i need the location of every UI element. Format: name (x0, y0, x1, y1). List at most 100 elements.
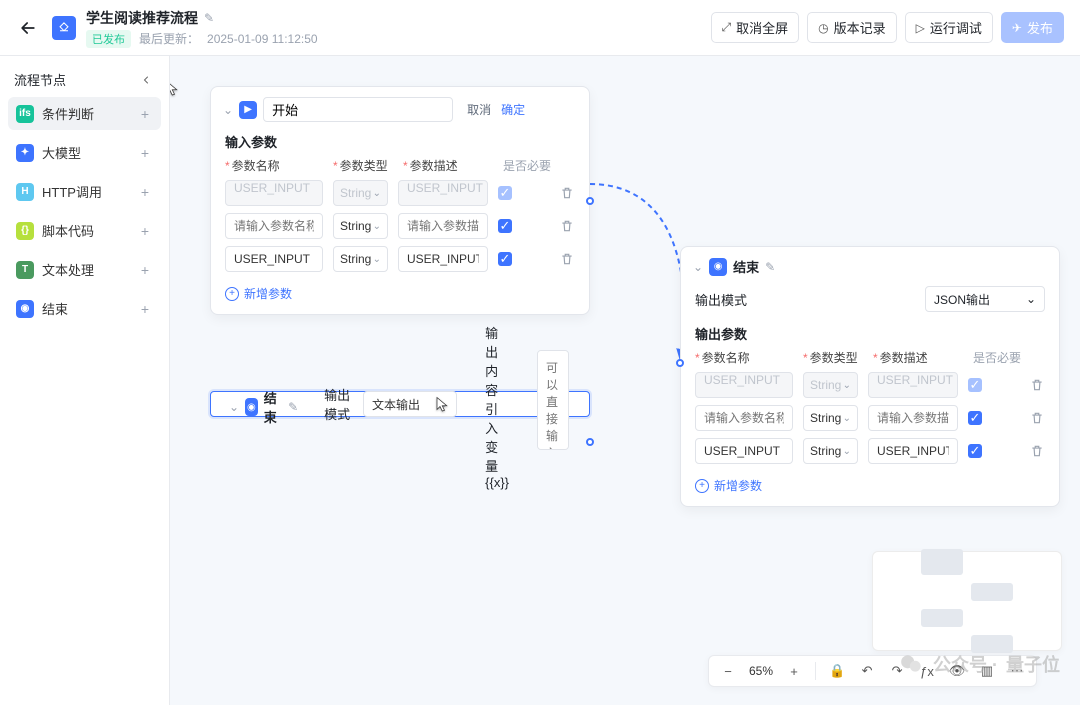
add-param-button[interactable]: + 新增参数 (211, 281, 589, 314)
redo-button[interactable]: ↷ (888, 662, 906, 680)
edit-title-icon[interactable]: ✎ (204, 11, 214, 25)
delete-row-button[interactable] (559, 185, 575, 201)
sidebar-item[interactable]: ◉结束+ (8, 292, 161, 325)
delete-row-button[interactable] (559, 251, 575, 267)
end-node-text-card[interactable]: ⌄ ◉ 结束 ✎ 输出模式 文本输出 ⌄ 输出内容 引入变量{{x}} (210, 391, 590, 417)
param-name-input[interactable] (225, 246, 323, 272)
publish-button[interactable]: ✈ 发布 (1001, 12, 1064, 43)
param-type-select[interactable]: String⌄ (333, 180, 388, 206)
add-node-button[interactable]: + (137, 262, 153, 278)
param-type-select[interactable]: String⌄ (803, 372, 858, 398)
sidebar-item[interactable]: ✦大模型+ (8, 136, 161, 169)
layout-button[interactable]: ▥ (978, 662, 996, 680)
output-mode-select[interactable]: JSON输出 ⌄ (925, 286, 1045, 312)
start-node-output-port[interactable] (586, 197, 594, 205)
sidebar-item[interactable]: T文本处理+ (8, 253, 161, 286)
arrow-left-icon (18, 18, 38, 38)
lock-button[interactable]: 🔒 (828, 662, 846, 680)
param-row: String⌄ ✓ (225, 246, 575, 272)
version-history-button[interactable]: ◷ 版本记录 (807, 12, 897, 43)
param-desc-input[interactable]: USER_INPUT (398, 180, 488, 206)
param-required-checkbox[interactable]: ✓ (498, 186, 512, 200)
param-desc-input[interactable] (398, 246, 488, 272)
end-node-json-card[interactable]: ⌄ ◉ 结束 ✎ 输出模式 JSON输出 ⌄ 输出参数 *参数名称 *参数类型 … (680, 246, 1060, 507)
last-update-time: 2025-01-09 11:12:50 (207, 32, 318, 46)
add-node-button[interactable]: + (137, 145, 153, 161)
sidebar-item-label: 文本处理 (42, 260, 129, 279)
collapse-sidebar-button[interactable] (137, 71, 155, 89)
param-type-select[interactable]: String⌄ (803, 405, 858, 431)
delete-row-button[interactable] (1029, 410, 1045, 426)
trash-icon (1030, 378, 1044, 392)
param-required-checkbox[interactable]: ✓ (498, 219, 512, 233)
param-type-select[interactable]: String⌄ (333, 213, 388, 239)
param-name-input[interactable] (225, 213, 323, 239)
sidebar-item[interactable]: H HTTP调用 + (8, 175, 161, 208)
sidebar-item[interactable]: {}脚本代码+ (8, 214, 161, 247)
param-desc-input[interactable] (868, 438, 958, 464)
param-desc-input[interactable] (868, 405, 958, 431)
chevron-down-icon: ⌄ (843, 446, 851, 457)
sidebar-item[interactable]: ifs条件判断+ (8, 97, 161, 130)
output-mode-label: 输出模式 (324, 385, 363, 423)
output-mode-label: 输出模式 (695, 290, 747, 309)
back-button[interactable] (16, 16, 40, 40)
param-name-input[interactable] (695, 438, 793, 464)
visibility-button[interactable]: 👁 (948, 662, 966, 680)
settings-button[interactable]: ⋯ (1008, 662, 1026, 680)
title-edit-confirm[interactable]: 确定 (501, 101, 525, 118)
end-json-input-port[interactable] (676, 359, 684, 367)
param-name-input[interactable] (695, 405, 793, 431)
param-desc-input[interactable]: USER_INPUT (868, 372, 958, 398)
output-content-textarea[interactable] (537, 350, 569, 450)
end-node-icon: ◉ (245, 398, 258, 416)
sidebar-item-label: 条件判断 (42, 104, 129, 123)
param-type-select[interactable]: String⌄ (803, 438, 858, 464)
param-required-checkbox[interactable]: ✓ (498, 252, 512, 266)
collapse-card-icon[interactable]: ⌄ (229, 400, 239, 414)
output-content-label: 输出内容 (485, 326, 498, 398)
publish-label: 发布 (1027, 18, 1053, 37)
param-required-checkbox[interactable]: ✓ (968, 444, 982, 458)
collapse-card-icon[interactable]: ⌄ (223, 103, 233, 117)
delete-row-button[interactable] (559, 218, 575, 234)
edit-name-icon[interactable]: ✎ (765, 260, 775, 274)
zoom-out-button[interactable]: − (719, 662, 737, 680)
run-debug-button[interactable]: ▷ 运行调试 (905, 12, 993, 43)
title-edit-cancel[interactable]: 取消 (467, 101, 491, 118)
param-name-input[interactable]: USER_INPUT (225, 180, 323, 206)
chevron-down-icon: ⌄ (440, 399, 448, 410)
zoom-in-button[interactable]: + (785, 662, 803, 680)
col-required: 是否必要 (503, 157, 551, 174)
minimap[interactable] (872, 551, 1062, 651)
edit-name-icon[interactable]: ✎ (288, 400, 298, 414)
add-node-button[interactable]: + (137, 106, 153, 122)
add-node-button[interactable]: + (137, 184, 153, 200)
canvas[interactable]: ⌄ ▶ 取消 确定 输入参数 *参数名称 *参数类型 *参数描述 是否必要 US… (170, 56, 1080, 705)
start-node-card[interactable]: ⌄ ▶ 取消 确定 输入参数 *参数名称 *参数类型 *参数描述 是否必要 US… (210, 86, 590, 315)
add-param-label: 新增参数 (714, 477, 762, 494)
collapse-card-icon[interactable]: ⌄ (693, 260, 703, 274)
param-row: String⌄ ✓ (695, 405, 1045, 431)
start-node-title-input[interactable] (263, 97, 453, 122)
node-type-icon: H (16, 183, 34, 201)
exit-fullscreen-button[interactable]: ⤢ 取消全屏 (711, 12, 800, 43)
add-param-button[interactable]: + 新增参数 (681, 473, 1059, 506)
param-name-input[interactable]: USER_INPUT (695, 372, 793, 398)
add-node-button[interactable]: + (137, 301, 153, 317)
end-text-output-port[interactable] (586, 438, 594, 446)
delete-row-button[interactable] (1029, 443, 1045, 459)
param-required-checkbox[interactable]: ✓ (968, 378, 982, 392)
param-type-select[interactable]: String⌄ (333, 246, 388, 272)
undo-button[interactable]: ↶ (858, 662, 876, 680)
function-button[interactable]: ƒx (918, 662, 936, 680)
run-debug-label: 运行调试 (930, 18, 982, 37)
param-desc-input[interactable] (398, 213, 488, 239)
insert-variable-link[interactable]: 引入变量{{x}} (485, 402, 509, 490)
add-node-button[interactable]: + (137, 223, 153, 239)
sidebar-item-label: HTTP调用 (42, 182, 129, 201)
param-row: String⌄ ✓ (225, 213, 575, 239)
delete-row-button[interactable] (1029, 377, 1045, 393)
output-mode-select[interactable]: 文本输出 ⌄ (363, 391, 457, 417)
param-required-checkbox[interactable]: ✓ (968, 411, 982, 425)
